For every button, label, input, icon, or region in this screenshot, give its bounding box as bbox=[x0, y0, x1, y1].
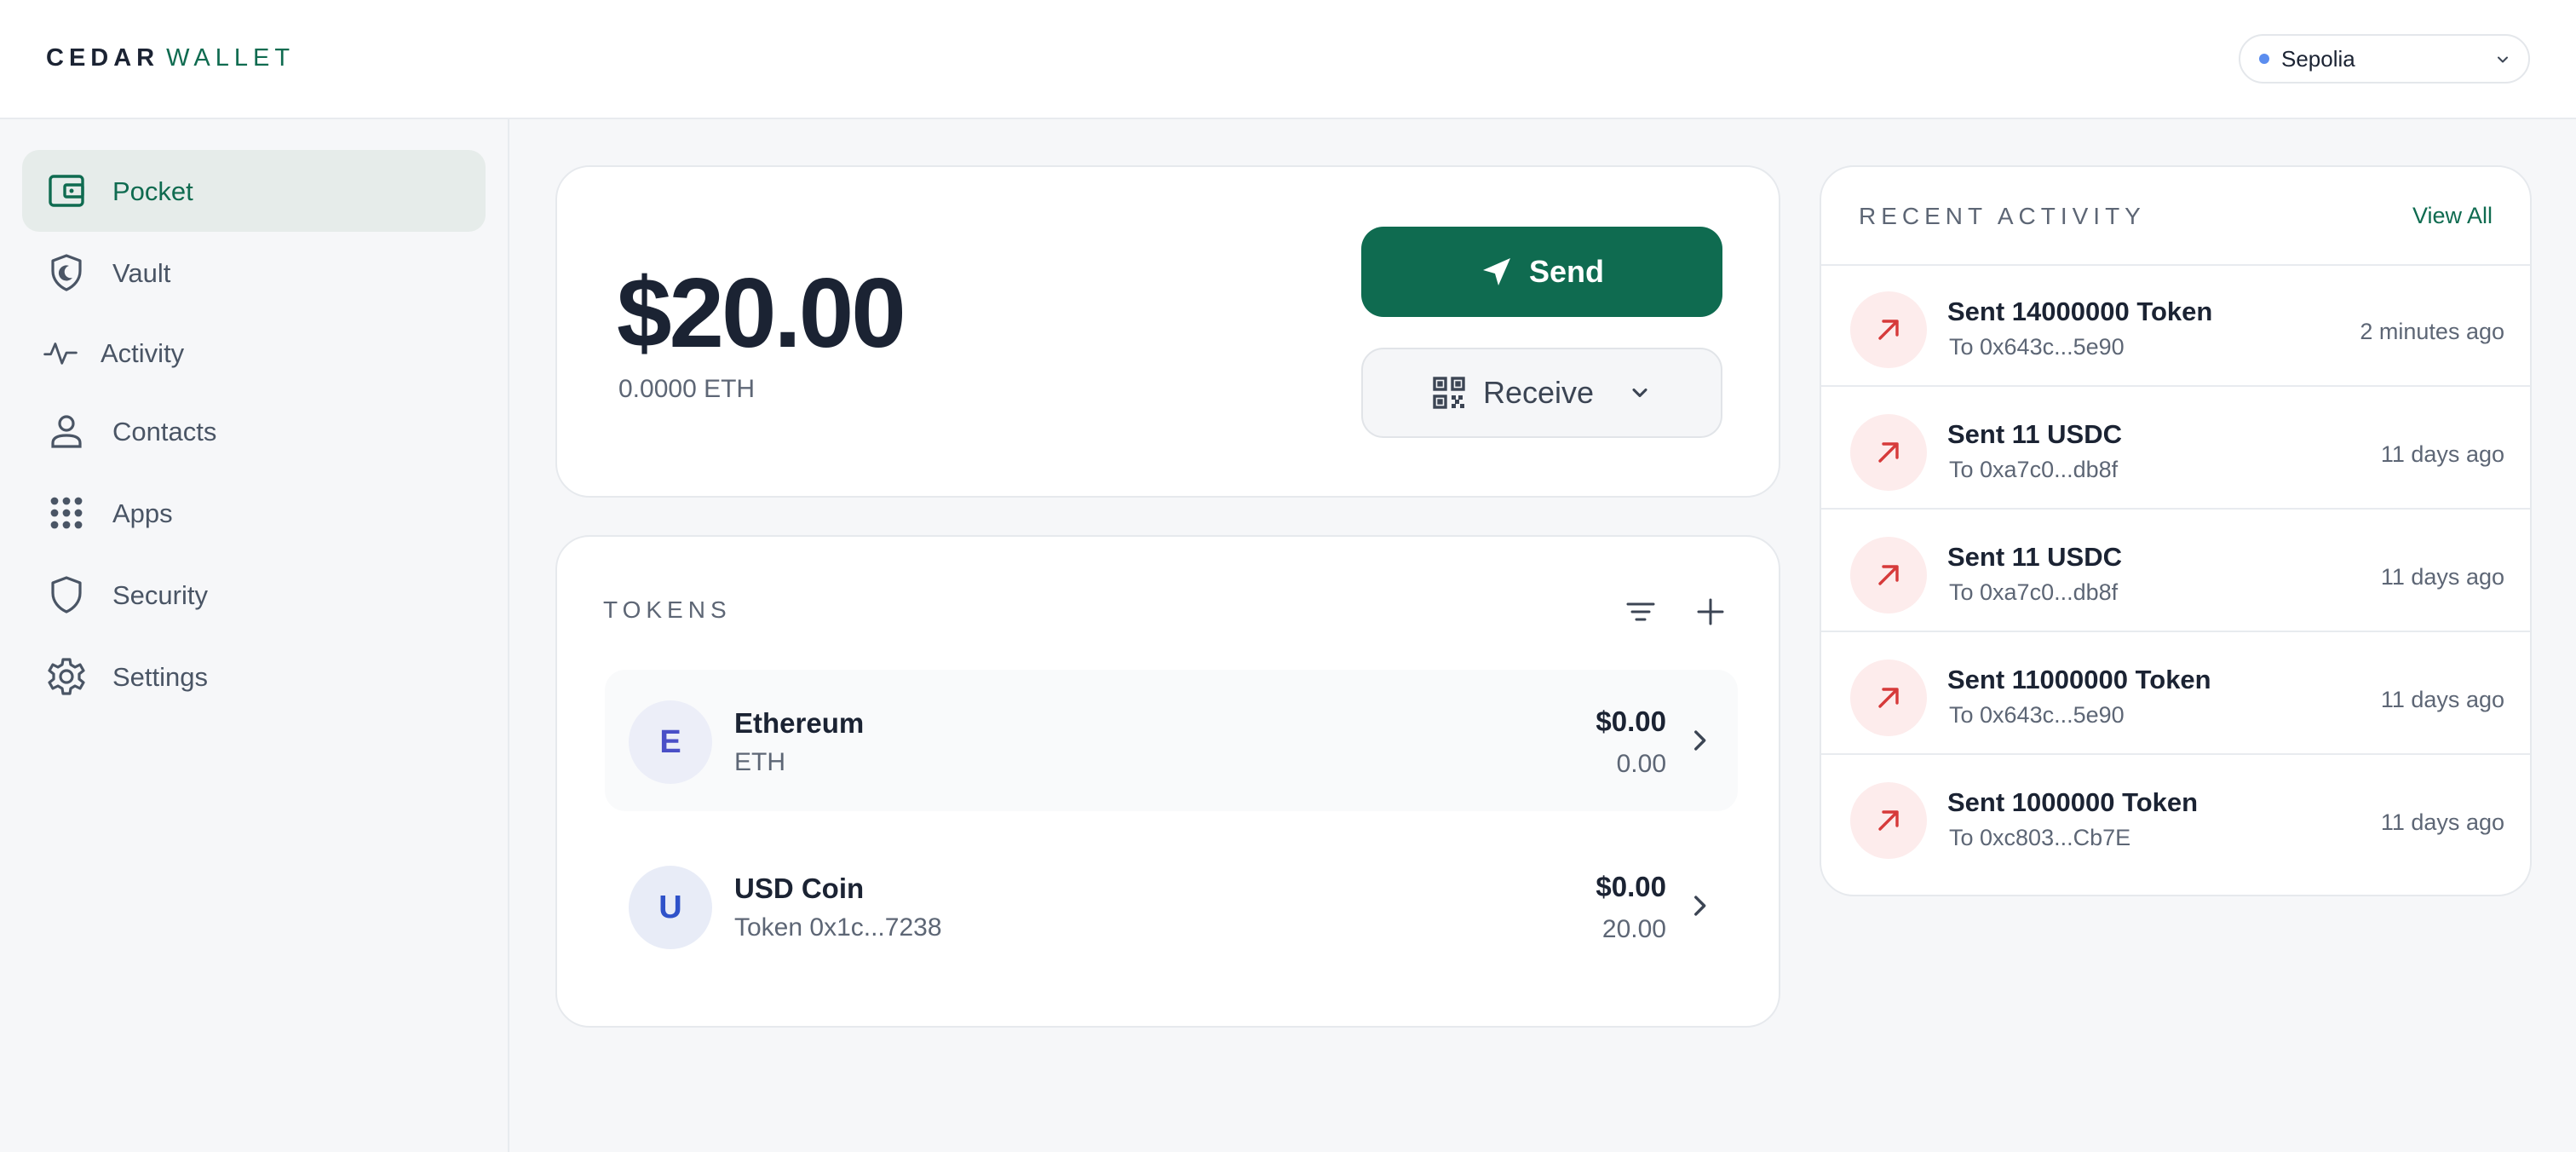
sidebar-item-security[interactable]: Security bbox=[22, 554, 486, 636]
sidebar-item-apps[interactable]: Apps bbox=[22, 472, 486, 554]
network-status-dot bbox=[2259, 54, 2269, 64]
plus-icon[interactable] bbox=[1693, 595, 1728, 629]
activity-title-text: Sent 1000000 Token bbox=[1947, 787, 2199, 817]
sidebar-item-vault[interactable]: Vault bbox=[22, 232, 486, 314]
token-usd-value: $0.00 bbox=[1596, 706, 1666, 737]
grid-dots-icon bbox=[50, 497, 83, 529]
gear-icon bbox=[48, 658, 85, 695]
activity-recipient: To 0xa7c0...db8f bbox=[1949, 579, 2119, 605]
filter-icon[interactable] bbox=[1624, 595, 1658, 629]
token-symbol: ETH bbox=[734, 748, 785, 776]
token-avatar: E bbox=[629, 700, 712, 784]
app-logo[interactable]: CEDAR WALLET bbox=[46, 43, 295, 73]
activity-item[interactable]: Sent 11 USDC To 0xa7c0...db8f 11 days ag… bbox=[1821, 511, 2530, 632]
activity-time: 11 days ago bbox=[2380, 809, 2504, 835]
activity-recipient: To 0xc803...Cb7E bbox=[1949, 825, 2131, 850]
shield-moon-icon bbox=[51, 254, 82, 291]
view-all-link[interactable]: View All bbox=[2412, 203, 2493, 229]
activity-title: RECENT ACTIVITY bbox=[1859, 203, 2146, 229]
balance-amount: $20.00 bbox=[617, 257, 906, 368]
activity-title-text: Sent 14000000 Token bbox=[1947, 297, 2213, 326]
token-name: USD Coin bbox=[734, 873, 865, 904]
activity-time: 11 days ago bbox=[2380, 687, 2504, 712]
sidebar-item-label: Settings bbox=[112, 662, 209, 692]
sidebar-item-label: Security bbox=[112, 580, 208, 610]
activity-recipient: To 0x643c...5e90 bbox=[1949, 334, 2125, 360]
activity-item[interactable]: Sent 14000000 Token To 0x643c...5e90 2 m… bbox=[1821, 266, 2530, 387]
top-header: CEDAR WALLET Sepolia bbox=[0, 0, 2576, 119]
token-row-usd-coin[interactable]: U USD Coin Token 0x1c...7238 $0.00 20.00 bbox=[605, 835, 1738, 976]
activity-title-text: Sent 11 USDC bbox=[1947, 419, 2123, 449]
sent-arrow-icon bbox=[1850, 537, 1927, 613]
token-quantity: 0.00 bbox=[1616, 750, 1666, 778]
send-arrow-icon bbox=[1482, 258, 1510, 285]
token-usd-value: $0.00 bbox=[1596, 871, 1666, 902]
chevron-down-icon bbox=[2498, 56, 2508, 63]
balance-card: $20.00 0.0000 ETH Send Receive bbox=[555, 165, 1780, 498]
sent-arrow-icon bbox=[1850, 414, 1927, 491]
shield-icon bbox=[51, 576, 82, 613]
network-name: Sepolia bbox=[2281, 45, 2355, 72]
sidebar-item-label: Apps bbox=[112, 498, 173, 528]
activity-recipient: To 0xa7c0...db8f bbox=[1949, 457, 2119, 482]
receive-button[interactable]: Receive bbox=[1361, 348, 1722, 438]
chevron-down-icon bbox=[1632, 388, 1647, 398]
activity-item[interactable]: Sent 1000000 Token To 0xc803...Cb7E 11 d… bbox=[1821, 757, 2530, 878]
activity-recipient: To 0x643c...5e90 bbox=[1949, 702, 2125, 728]
sidebar: Pocket Vault Activity Contacts Apps Secu… bbox=[0, 119, 509, 1152]
sidebar-item-pocket[interactable]: Pocket bbox=[22, 150, 486, 232]
send-button[interactable]: Send bbox=[1361, 227, 1722, 317]
sidebar-item-label: Activity bbox=[101, 338, 185, 368]
activity-time: 11 days ago bbox=[2380, 441, 2504, 467]
sidebar-item-label: Vault bbox=[112, 258, 171, 288]
logo-primary: CEDAR bbox=[46, 44, 160, 72]
sent-arrow-icon bbox=[1850, 782, 1927, 859]
chevron-right-icon bbox=[1694, 896, 1706, 916]
activity-time: 2 minutes ago bbox=[2360, 319, 2504, 344]
person-icon bbox=[51, 415, 82, 448]
activity-item[interactable]: Sent 11 USDC To 0xa7c0...db8f 11 days ag… bbox=[1821, 389, 2530, 510]
logo-secondary: WALLET bbox=[166, 44, 296, 72]
sidebar-item-label: Pocket bbox=[112, 176, 193, 206]
activity-title-text: Sent 11 USDC bbox=[1947, 542, 2123, 572]
sidebar-item-settings[interactable]: Settings bbox=[22, 636, 486, 717]
sidebar-item-label: Contacts bbox=[112, 417, 217, 446]
token-name: Ethereum bbox=[734, 707, 865, 739]
tokens-title: TOKENS bbox=[603, 596, 732, 623]
network-selector[interactable]: Sepolia bbox=[2239, 34, 2530, 84]
send-button-label: Send bbox=[1528, 254, 1604, 289]
token-contract: Token 0x1c...7238 bbox=[734, 913, 942, 942]
activity-item[interactable]: Sent 11000000 Token To 0x643c...5e90 11 … bbox=[1821, 634, 2530, 755]
sent-arrow-icon bbox=[1850, 660, 1927, 736]
balance-eth: 0.0000 ETH bbox=[618, 375, 756, 403]
sidebar-item-activity[interactable]: Activity bbox=[22, 312, 486, 394]
token-row-ethereum[interactable]: E Ethereum ETH $0.00 0.00 bbox=[605, 670, 1738, 811]
qr-code-icon bbox=[1433, 377, 1465, 409]
receive-button-label: Receive bbox=[1482, 375, 1595, 410]
activity-time: 11 days ago bbox=[2380, 564, 2504, 590]
tokens-card: TOKENS E Ethereum ETH $0.00 0.00 U USD C… bbox=[555, 535, 1780, 1028]
sidebar-item-contacts[interactable]: Contacts bbox=[22, 390, 486, 472]
chevron-right-icon bbox=[1694, 730, 1706, 751]
sent-arrow-icon bbox=[1850, 291, 1927, 368]
token-avatar: U bbox=[629, 866, 712, 949]
token-quantity: 20.00 bbox=[1601, 915, 1666, 943]
wallet-icon bbox=[49, 175, 84, 207]
activity-title-text: Sent 11000000 Token bbox=[1947, 665, 2211, 694]
pulse-icon bbox=[43, 343, 78, 365]
recent-activity-card: RECENT ACTIVITY View All Sent 14000000 T… bbox=[1820, 165, 2532, 896]
